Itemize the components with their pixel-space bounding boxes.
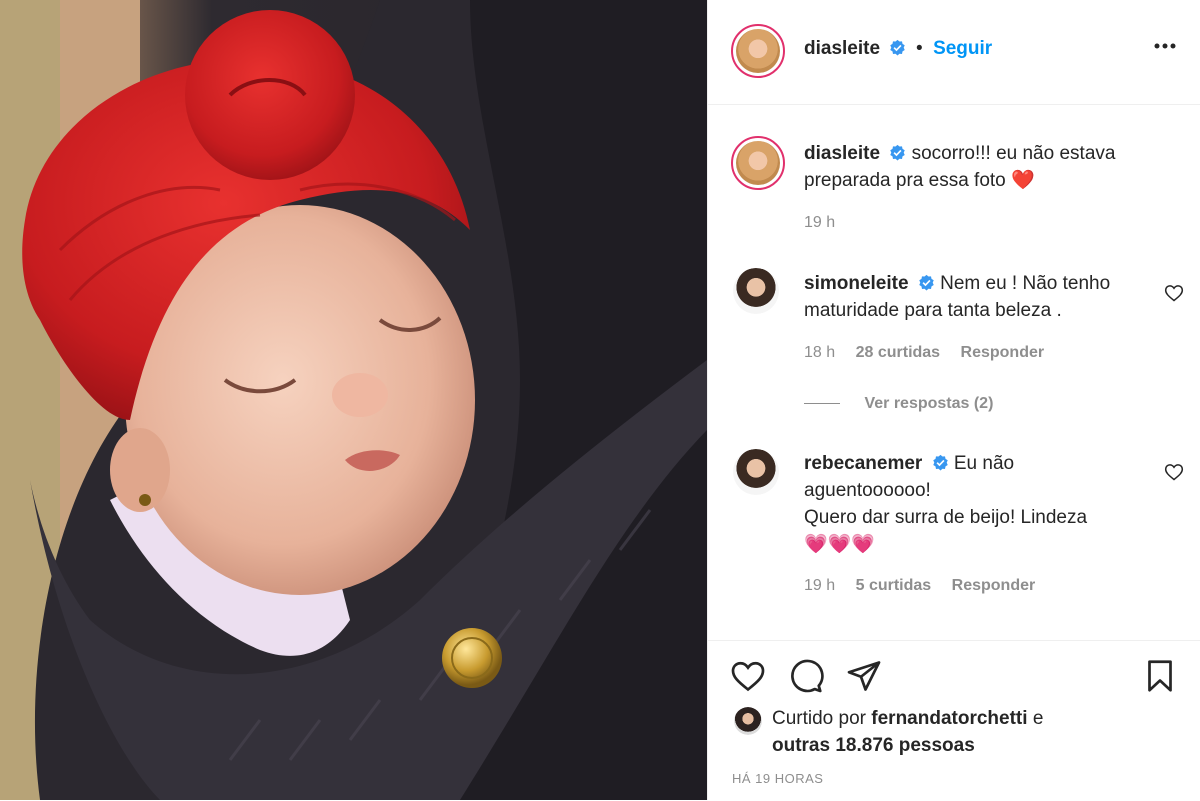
comment-text-line3: Quero dar surra de beijo! Lindeza [804, 507, 1088, 528]
verified-badge-icon [889, 39, 905, 56]
caption-username[interactable]: diasleite [804, 143, 880, 164]
liker-avatar[interactable] [734, 707, 762, 735]
author-avatar[interactable] [731, 24, 785, 78]
view-replies-label[interactable]: Ver respostas (2) [864, 395, 993, 412]
bookmark-icon[interactable] [1142, 658, 1178, 694]
replies-divider [804, 403, 840, 405]
comment-username[interactable]: simoneleite [804, 273, 909, 294]
author-username[interactable]: diasleite [804, 38, 880, 59]
comment-text-line2: aguentoooooo! [804, 480, 931, 501]
verified-badge-icon [890, 144, 906, 161]
baby-photo-illustration [0, 0, 707, 800]
heart-icon[interactable] [730, 658, 766, 694]
post-header: diasleite • Seguir [708, 0, 1200, 105]
comment-rebecanemer: rebecanemer Eu não aguentoooooo! Quero d… [804, 450, 1144, 558]
post-photo[interactable] [0, 0, 707, 800]
comment-icon[interactable] [788, 658, 824, 694]
view-replies[interactable]: Ver respostas (2) [804, 395, 1009, 413]
more-options-icon[interactable] [1153, 42, 1177, 50]
caption-author-avatar[interactable] [731, 136, 785, 190]
comment-like-heart-icon[interactable] [1164, 283, 1184, 303]
comment-like-heart-icon[interactable] [1164, 462, 1184, 482]
reply-button[interactable]: Responder [961, 344, 1045, 361]
comment-text-line1: Eu não [953, 453, 1015, 474]
post-actions: Curtido por fernandatorchetti e outras 1… [708, 640, 1200, 801]
comment-time[interactable]: 18 h [804, 344, 835, 361]
separator-dot: • [915, 38, 923, 59]
verified-badge-icon [919, 274, 934, 291]
liked-by-suffix: e [1032, 708, 1044, 729]
comment-avatar-rebecanemer[interactable] [733, 449, 779, 495]
post-caption: diasleite socorro!!! eu não estava prepa… [804, 140, 1174, 194]
follow-button[interactable]: Seguir [933, 38, 992, 59]
liked-by-prefix: Curtido por [772, 708, 866, 729]
comment-avatar-simoneleite[interactable] [733, 268, 779, 314]
instagram-post: diasleite • Seguir diasleite socorro!!! … [0, 0, 1200, 800]
post-timestamp[interactable]: HÁ 19 HORAS [732, 771, 823, 786]
author-line: diasleite • Seguir [804, 38, 992, 60]
comment-likes[interactable]: 5 curtidas [856, 577, 932, 594]
caption-time[interactable]: 19 h [804, 214, 835, 232]
comment-time[interactable]: 19 h [804, 577, 835, 594]
heart-emojis: 💗💗💗 [804, 534, 875, 555]
comment-meta: 19 h 5 curtidas Responder [804, 577, 1051, 595]
comment-meta: 18 h 28 curtidas Responder [804, 344, 1060, 362]
comment-text-line2: maturidade para tanta beleza . [804, 300, 1062, 321]
comment-likes[interactable]: 28 curtidas [856, 344, 940, 361]
likes-summary: Curtido por fernandatorchetti e outras 1… [772, 705, 1043, 759]
share-icon[interactable] [846, 658, 882, 694]
reply-button[interactable]: Responder [952, 577, 1036, 594]
verified-badge-icon [932, 454, 948, 471]
heart-emoji: ❤️ [1011, 170, 1035, 191]
post-side-panel: diasleite • Seguir diasleite socorro!!! … [707, 0, 1200, 800]
comment-simoneleite: simoneleite Nem eu ! Não tenho maturidad… [804, 270, 1144, 324]
liked-by-user[interactable]: fernandatorchetti [871, 708, 1027, 729]
liked-by-others[interactable]: outras 18.876 pessoas [772, 735, 975, 756]
comment-username[interactable]: rebecanemer [804, 453, 922, 474]
comment-text-line1: Nem eu ! Não tenho [940, 273, 1111, 294]
